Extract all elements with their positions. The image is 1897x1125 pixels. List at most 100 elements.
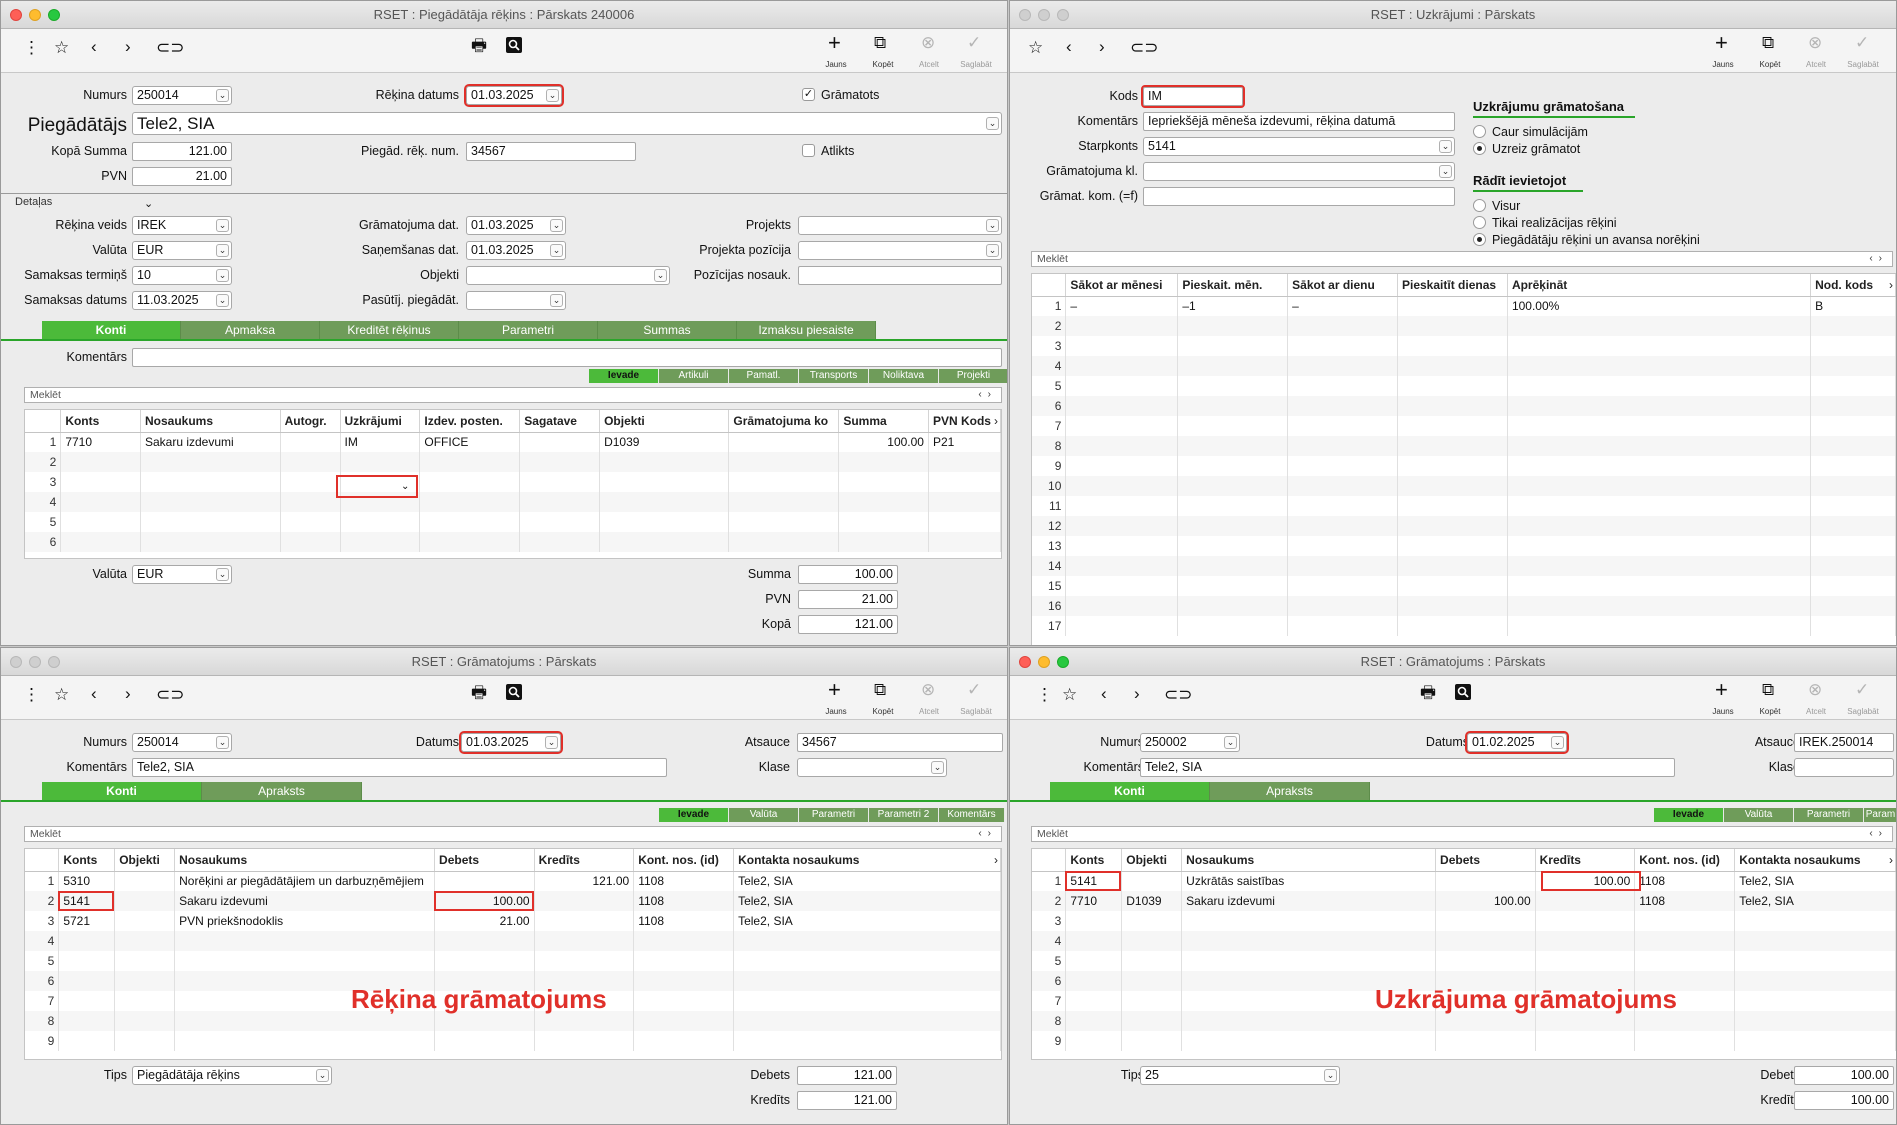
col-konts[interactable]: Konts: [1065, 849, 1123, 872]
col-objekti[interactable]: Objekti: [114, 849, 176, 872]
atsauce-field[interactable]: 34567: [797, 733, 1003, 752]
table-cell[interactable]: [1287, 616, 1398, 636]
piegadataju-rekini-radio[interactable]: [1473, 233, 1486, 246]
table-cell[interactable]: Sakaru izdevumi: [174, 891, 436, 911]
back-icon[interactable]: ‹: [1101, 685, 1107, 703]
new-icon[interactable]: +: [1715, 32, 1728, 54]
table-row[interactable]: 11: [1032, 496, 1896, 516]
table-cell[interactable]: [1177, 336, 1289, 356]
minimize-window-button[interactable]: [1038, 9, 1050, 21]
table-row[interactable]: 4: [25, 931, 1001, 951]
table-cell[interactable]: 1108: [1634, 891, 1736, 911]
table-cell[interactable]: [1287, 356, 1398, 376]
table-cell[interactable]: [599, 472, 730, 492]
table-cell[interactable]: [728, 472, 840, 492]
copy-button[interactable]: Kopēt: [1748, 708, 1792, 716]
col-nosaukums[interactable]: Nosaukums: [140, 410, 281, 433]
col-gramatojuma-ko[interactable]: Grāmatojuma ko: [728, 410, 840, 433]
window-title-bar[interactable]: RSET : Uzkrājumi : Pārskats: [1010, 1, 1896, 29]
subtab-ievade[interactable]: Ievade: [659, 808, 729, 822]
table-cell[interactable]: [58, 971, 116, 991]
table-row[interactable]: 17: [1032, 616, 1896, 636]
table-row[interactable]: 4: [1032, 356, 1896, 376]
table-cell[interactable]: [1287, 476, 1398, 496]
table-cell[interactable]: [1507, 356, 1812, 376]
table-cell[interactable]: [1435, 871, 1536, 891]
subtab-valuta[interactable]: Valūta: [1724, 808, 1794, 822]
gramatojuma-kl-select[interactable]: ⌄: [1143, 162, 1455, 181]
col-pieskait-men[interactable]: Pieskait. mēn.: [1177, 274, 1289, 297]
table-cell[interactable]: [1397, 596, 1508, 616]
col-kont-nos-id[interactable]: Kont. nos. (id): [633, 849, 735, 872]
table-cell[interactable]: [1121, 1031, 1183, 1051]
table-cell[interactable]: [1810, 356, 1896, 376]
table-cell[interactable]: –: [1287, 296, 1398, 316]
table-row[interactable]: 1 5141 Uzkrātās saistības 100.00 1108 Tele2, …: [1032, 871, 1896, 891]
table-cell[interactable]: [174, 931, 436, 951]
table-cell[interactable]: B: [1810, 296, 1896, 316]
table-cell[interactable]: [519, 492, 601, 512]
preview-icon[interactable]: [506, 684, 522, 700]
table-cell[interactable]: [1287, 576, 1398, 596]
zoom-window-button[interactable]: [1057, 656, 1069, 668]
table-cell[interactable]: [1177, 496, 1289, 516]
col-aprekinat[interactable]: Aprēķināt: [1507, 274, 1812, 297]
table-cell[interactable]: 1108: [633, 911, 735, 931]
table-cell[interactable]: [519, 512, 601, 532]
table-cell[interactable]: [1397, 336, 1508, 356]
table-cell[interactable]: [1397, 416, 1508, 436]
table-cell[interactable]: [599, 492, 730, 512]
chevron-right-icon[interactable]: ›: [1889, 278, 1893, 292]
table-cell[interactable]: [1810, 336, 1896, 356]
table-cell[interactable]: [114, 931, 176, 951]
table-cell[interactable]: [1065, 1011, 1123, 1031]
table-row[interactable]: 4: [1032, 931, 1896, 951]
table-cell[interactable]: [1121, 911, 1183, 931]
more-menu-icon[interactable]: ⋮: [23, 39, 40, 57]
table-cell[interactable]: Uzkrātās saistības: [1181, 871, 1437, 891]
table-cell[interactable]: [1810, 416, 1896, 436]
table-cell[interactable]: [1065, 1031, 1123, 1051]
copy-icon[interactable]: ⧉: [874, 681, 886, 699]
atsauce-field[interactable]: IREK.250014: [1794, 733, 1894, 752]
table-cell[interactable]: 1108: [633, 891, 735, 911]
minimize-window-button[interactable]: [29, 656, 41, 668]
table-cell[interactable]: [1810, 476, 1896, 496]
table-cell[interactable]: [1810, 576, 1896, 596]
table-cell[interactable]: 121.00: [534, 871, 635, 891]
uzkrajumi-dropdown-icon[interactable]: ⌄: [401, 478, 409, 496]
table-row[interactable]: 3 5721 PVN priekšnodoklis 21.00 1108 Tele2, S…: [25, 911, 1001, 931]
col-kredits[interactable]: Kredīts: [1535, 849, 1636, 872]
objekti-select[interactable]: ⌄: [466, 266, 670, 285]
table-cell[interactable]: [1177, 396, 1289, 416]
table-cell[interactable]: [928, 512, 1001, 532]
table-cell[interactable]: [838, 492, 929, 512]
table-row[interactable]: 5: [25, 951, 1001, 971]
table-cell[interactable]: [519, 532, 601, 552]
col-autogr[interactable]: Autogr.: [280, 410, 341, 433]
close-window-button[interactable]: [10, 656, 22, 668]
table-cell[interactable]: [1287, 436, 1398, 456]
table-cell[interactable]: [114, 951, 176, 971]
table-row[interactable]: 13: [1032, 536, 1896, 556]
table-cell[interactable]: Tele2, SIA: [733, 891, 1001, 911]
col-pieskaitit-dienas[interactable]: Pieskaitīt dienas: [1397, 274, 1508, 297]
table-cell[interactable]: [1507, 616, 1812, 636]
table-cell[interactable]: [1810, 536, 1896, 556]
subtab-parametri[interactable]: Parametri: [799, 808, 869, 822]
table-cell[interactable]: [140, 472, 281, 492]
table-row[interactable]: 2: [1032, 316, 1896, 336]
table-cell[interactable]: [280, 532, 341, 552]
copy-icon[interactable]: ⧉: [874, 34, 886, 52]
more-menu-icon[interactable]: ⋮: [23, 686, 40, 704]
table-cell[interactable]: [1397, 316, 1508, 336]
table-cell[interactable]: [60, 512, 141, 532]
table-cell[interactable]: [1535, 951, 1636, 971]
table-cell[interactable]: [1287, 596, 1398, 616]
col-kont-nos-id[interactable]: Kont. nos. (id): [1634, 849, 1736, 872]
table-cell[interactable]: [1507, 416, 1812, 436]
save-button[interactable]: Saglabāt: [1841, 708, 1885, 716]
table-cell[interactable]: [1535, 911, 1636, 931]
col-pvn-kods[interactable]: PVN Kods: [928, 410, 1001, 433]
table-cell[interactable]: [534, 911, 635, 931]
